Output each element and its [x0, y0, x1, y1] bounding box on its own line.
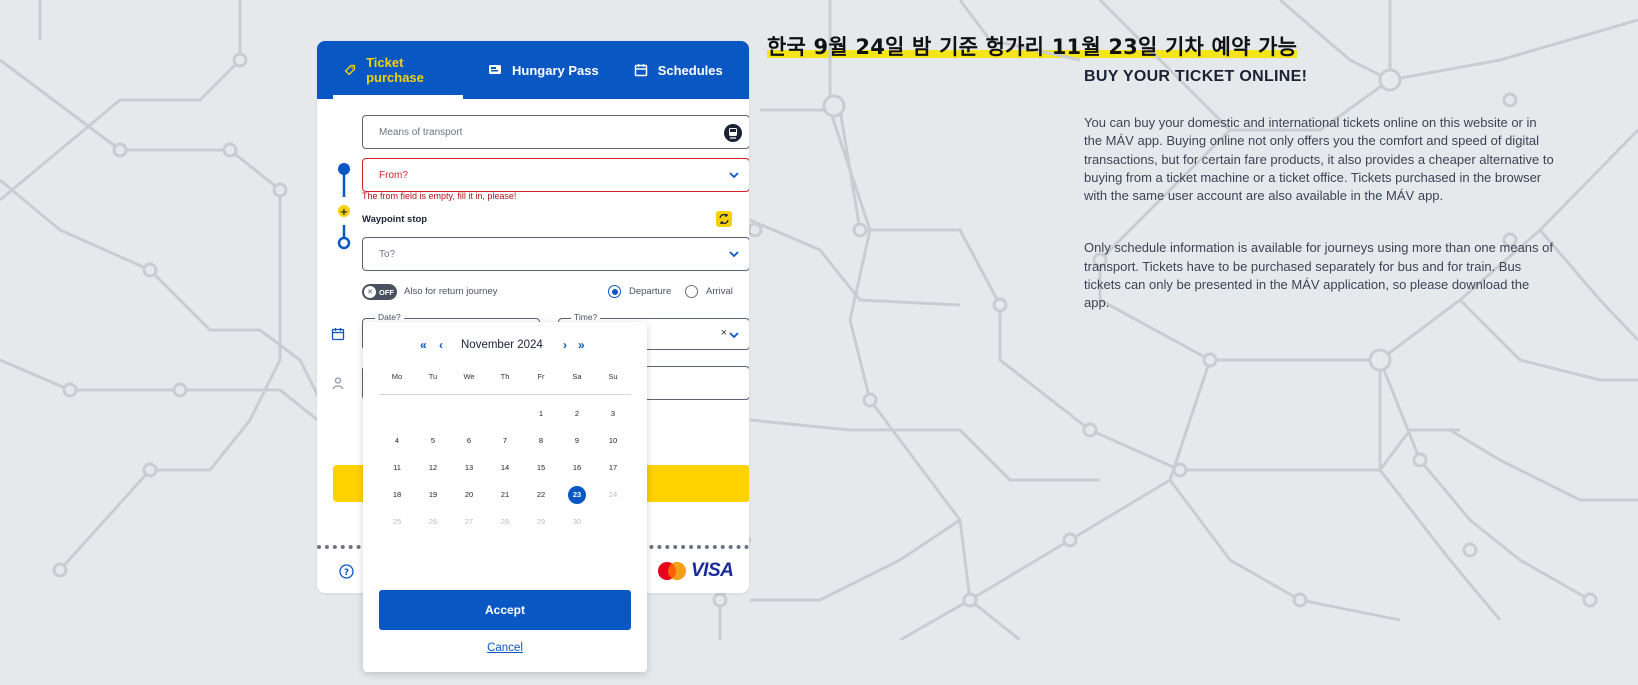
- tab-bar: Ticket purchase Hungary Pass Schedules: [317, 41, 749, 99]
- info-paragraph-2: Only schedule information is available f…: [1084, 240, 1553, 311]
- calendar-header: « ‹ November 2024 › »: [363, 338, 647, 354]
- calendar-day[interactable]: 15: [532, 459, 550, 477]
- accept-button[interactable]: Accept: [379, 590, 631, 630]
- calendar-icon: [331, 328, 345, 341]
- weekday-label: Su: [608, 372, 618, 381]
- next-year-button[interactable]: »: [578, 338, 585, 352]
- calendar-day[interactable]: 16: [568, 459, 586, 477]
- chevron-down-icon: [729, 172, 739, 179]
- date-picker-popup: « ‹ November 2024 › » Mo Tu We Th Fr Sa Su 123…: [363, 322, 647, 672]
- calendar-day[interactable]: 14: [496, 459, 514, 477]
- chevron-down-icon: [729, 251, 739, 258]
- calendar-day[interactable]: 21: [496, 486, 514, 504]
- calendar-day[interactable]: 22: [532, 486, 550, 504]
- weekday-label: Fr: [537, 372, 545, 381]
- calendar-day[interactable]: 6: [460, 432, 478, 450]
- svg-text:?: ?: [344, 568, 349, 578]
- calendar-day[interactable]: 13: [460, 459, 478, 477]
- arrival-radio[interactable]: [685, 285, 698, 298]
- calendar-day[interactable]: 2: [568, 405, 586, 423]
- arrival-label: Arrival: [706, 286, 733, 297]
- calendar-day: 25: [392, 517, 402, 526]
- svg-text:+: +: [340, 207, 348, 218]
- calendar-day: 30: [572, 517, 582, 526]
- route-line: +: [337, 163, 351, 250]
- weekday-label: Sa: [572, 372, 582, 381]
- help-icon[interactable]: ?: [339, 564, 354, 579]
- info-paragraph-1: You can buy your domestic and internatio…: [1084, 115, 1554, 204]
- waypoint-stop-link[interactable]: Waypoint stop: [362, 214, 427, 225]
- tab-label: Schedules: [657, 62, 723, 78]
- calendar-day[interactable]: 18: [388, 486, 406, 504]
- calendar-day[interactable]: 19: [424, 486, 442, 504]
- tab-label: Hungary Pass: [512, 62, 599, 78]
- ticket-icon: [344, 64, 356, 76]
- chevron-down-icon: [729, 332, 739, 339]
- calendar-day: 29: [536, 517, 546, 526]
- calendar-day: 26: [428, 517, 438, 526]
- calendar-day[interactable]: 17: [604, 459, 622, 477]
- weekday-label: Tu: [428, 372, 438, 381]
- mastercard-logo: [658, 562, 686, 580]
- departure-radio[interactable]: [608, 285, 621, 298]
- cancel-link[interactable]: Cancel: [363, 642, 647, 654]
- calendar-day[interactable]: 9: [568, 432, 586, 450]
- prev-month-button[interactable]: ‹: [439, 338, 443, 352]
- transport-select[interactable]: Means of transport: [362, 115, 749, 149]
- time-label: Time?: [571, 312, 601, 322]
- calendar-day[interactable]: 12: [424, 459, 442, 477]
- tab-label: Ticket purchase: [366, 55, 424, 85]
- calendar-day: 24: [608, 490, 618, 499]
- calendar-day[interactable]: 3: [604, 405, 622, 423]
- swap-button[interactable]: [716, 211, 732, 227]
- calendar-day: 28: [500, 517, 510, 526]
- calendar-day[interactable]: 7: [496, 432, 514, 450]
- pass-icon: [489, 65, 501, 74]
- info-section: BUY YOUR TICKET ONLINE! You can buy your…: [1084, 68, 1554, 347]
- from-placeholder: From?: [379, 169, 408, 181]
- weekday-label: We: [463, 372, 475, 381]
- toggle-knob: ✕: [364, 286, 376, 298]
- calendar-day[interactable]: 20: [460, 486, 478, 504]
- person-icon: [332, 377, 344, 390]
- page-footer-band: [0, 640, 1638, 685]
- weekday-label: Th: [500, 372, 510, 381]
- calendar-day[interactable]: 11: [388, 459, 406, 477]
- calendar-day[interactable]: 1: [532, 405, 550, 423]
- date-label: Date?: [375, 312, 404, 322]
- selected-day[interactable]: 23: [568, 486, 586, 504]
- train-icon: [724, 124, 742, 142]
- to-placeholder: To?: [379, 248, 396, 260]
- tab-hungary-pass[interactable]: Hungary Pass: [477, 41, 609, 99]
- info-title: BUY YOUR TICKET ONLINE!: [1084, 68, 1308, 85]
- return-journey-toggle[interactable]: ✕ OFF: [362, 284, 397, 300]
- calendar-day: 27: [464, 517, 474, 526]
- calendar-day[interactable]: 4: [388, 432, 406, 450]
- from-error-message: The from field is empty, fill it in, ple…: [362, 191, 517, 201]
- departure-label: Departure: [629, 286, 672, 297]
- prev-year-button[interactable]: «: [420, 338, 427, 352]
- calendar-day[interactable]: 10: [604, 432, 622, 450]
- tab-ticket-purchase[interactable]: Ticket purchase: [333, 41, 463, 99]
- calendar-day[interactable]: 8: [532, 432, 550, 450]
- calendar-icon: [634, 64, 647, 77]
- visa-logo: VISA: [691, 560, 734, 581]
- headline-text: 한국 9월 24일 밤 기준 헝가리 11월 23일 기차 예약 가능: [767, 35, 1298, 59]
- toggle-state: OFF: [379, 287, 394, 297]
- return-journey-label: Also for return journey: [404, 286, 498, 297]
- clear-icon[interactable]: ×: [721, 327, 727, 339]
- transport-placeholder: Means of transport: [379, 126, 463, 138]
- from-field[interactable]: From?: [362, 158, 749, 192]
- headline-banner: 한국 9월 24일 밤 기준 헝가리 11월 23일 기차 예약 가능: [767, 31, 1298, 61]
- tab-schedules[interactable]: Schedules: [623, 41, 733, 99]
- swap-icon: [719, 213, 729, 225]
- calendar-month-title: November 2024: [461, 339, 543, 351]
- calendar-divider: [379, 394, 631, 395]
- next-month-button[interactable]: ›: [563, 338, 567, 352]
- weekday-label: Mo: [391, 372, 403, 381]
- calendar-day[interactable]: 5: [424, 432, 442, 450]
- to-field[interactable]: To?: [362, 237, 749, 271]
